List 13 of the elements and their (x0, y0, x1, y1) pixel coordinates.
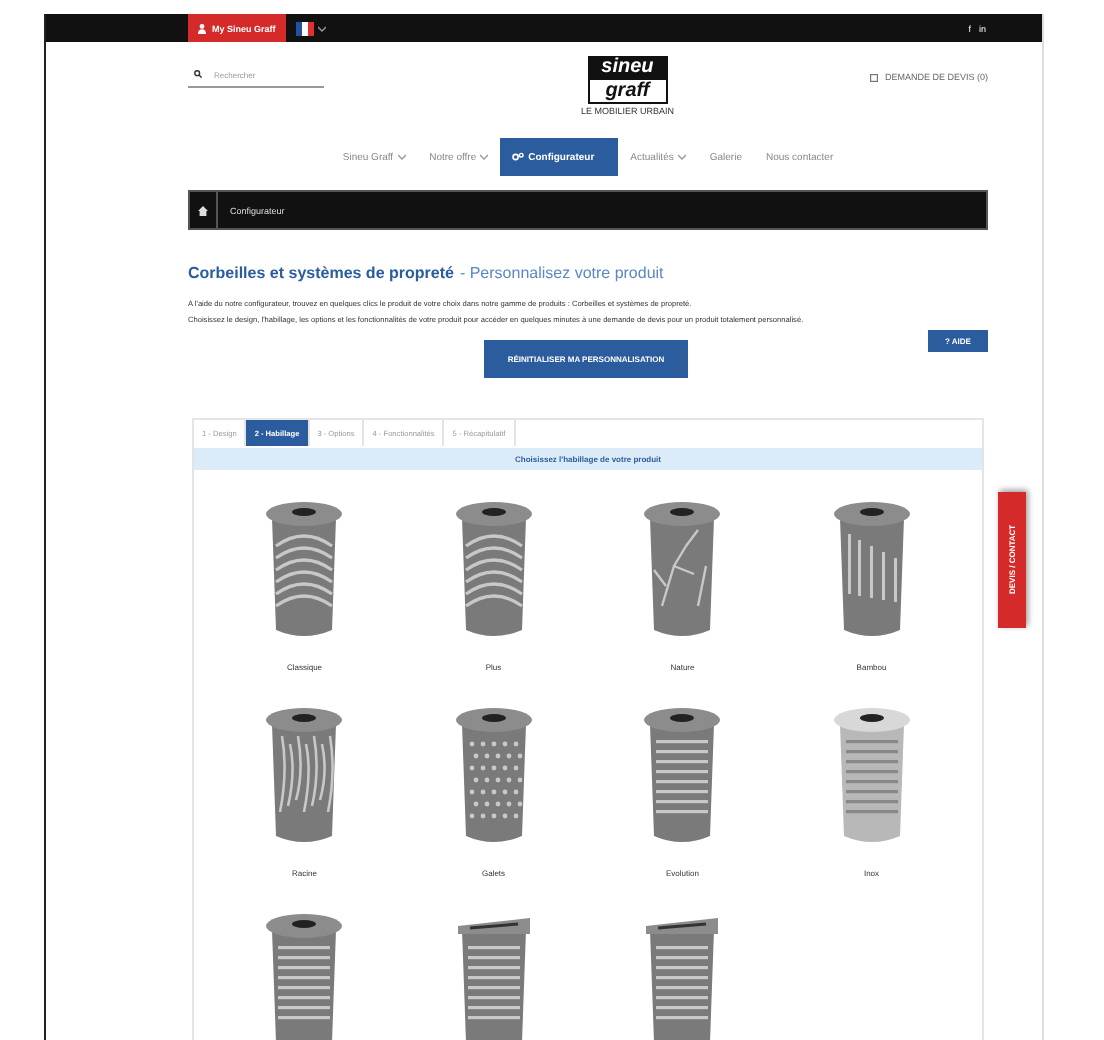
gears-icon (512, 152, 525, 162)
caret-icon (677, 154, 686, 160)
search-icon (194, 70, 202, 78)
logo-text: graff (587, 78, 668, 104)
flag-icon[interactable] (295, 21, 314, 35)
user-icon (198, 23, 206, 33)
home-icon[interactable] (198, 205, 208, 215)
page-subtitle: - Personnalisez votre produit (459, 264, 664, 282)
caret-icon (480, 154, 489, 160)
caret-icon (397, 154, 406, 160)
caret-icon (317, 25, 326, 31)
page-title: Corbeilles et systèmes de propreté (188, 264, 454, 282)
logo-text: sineu (587, 56, 668, 78)
